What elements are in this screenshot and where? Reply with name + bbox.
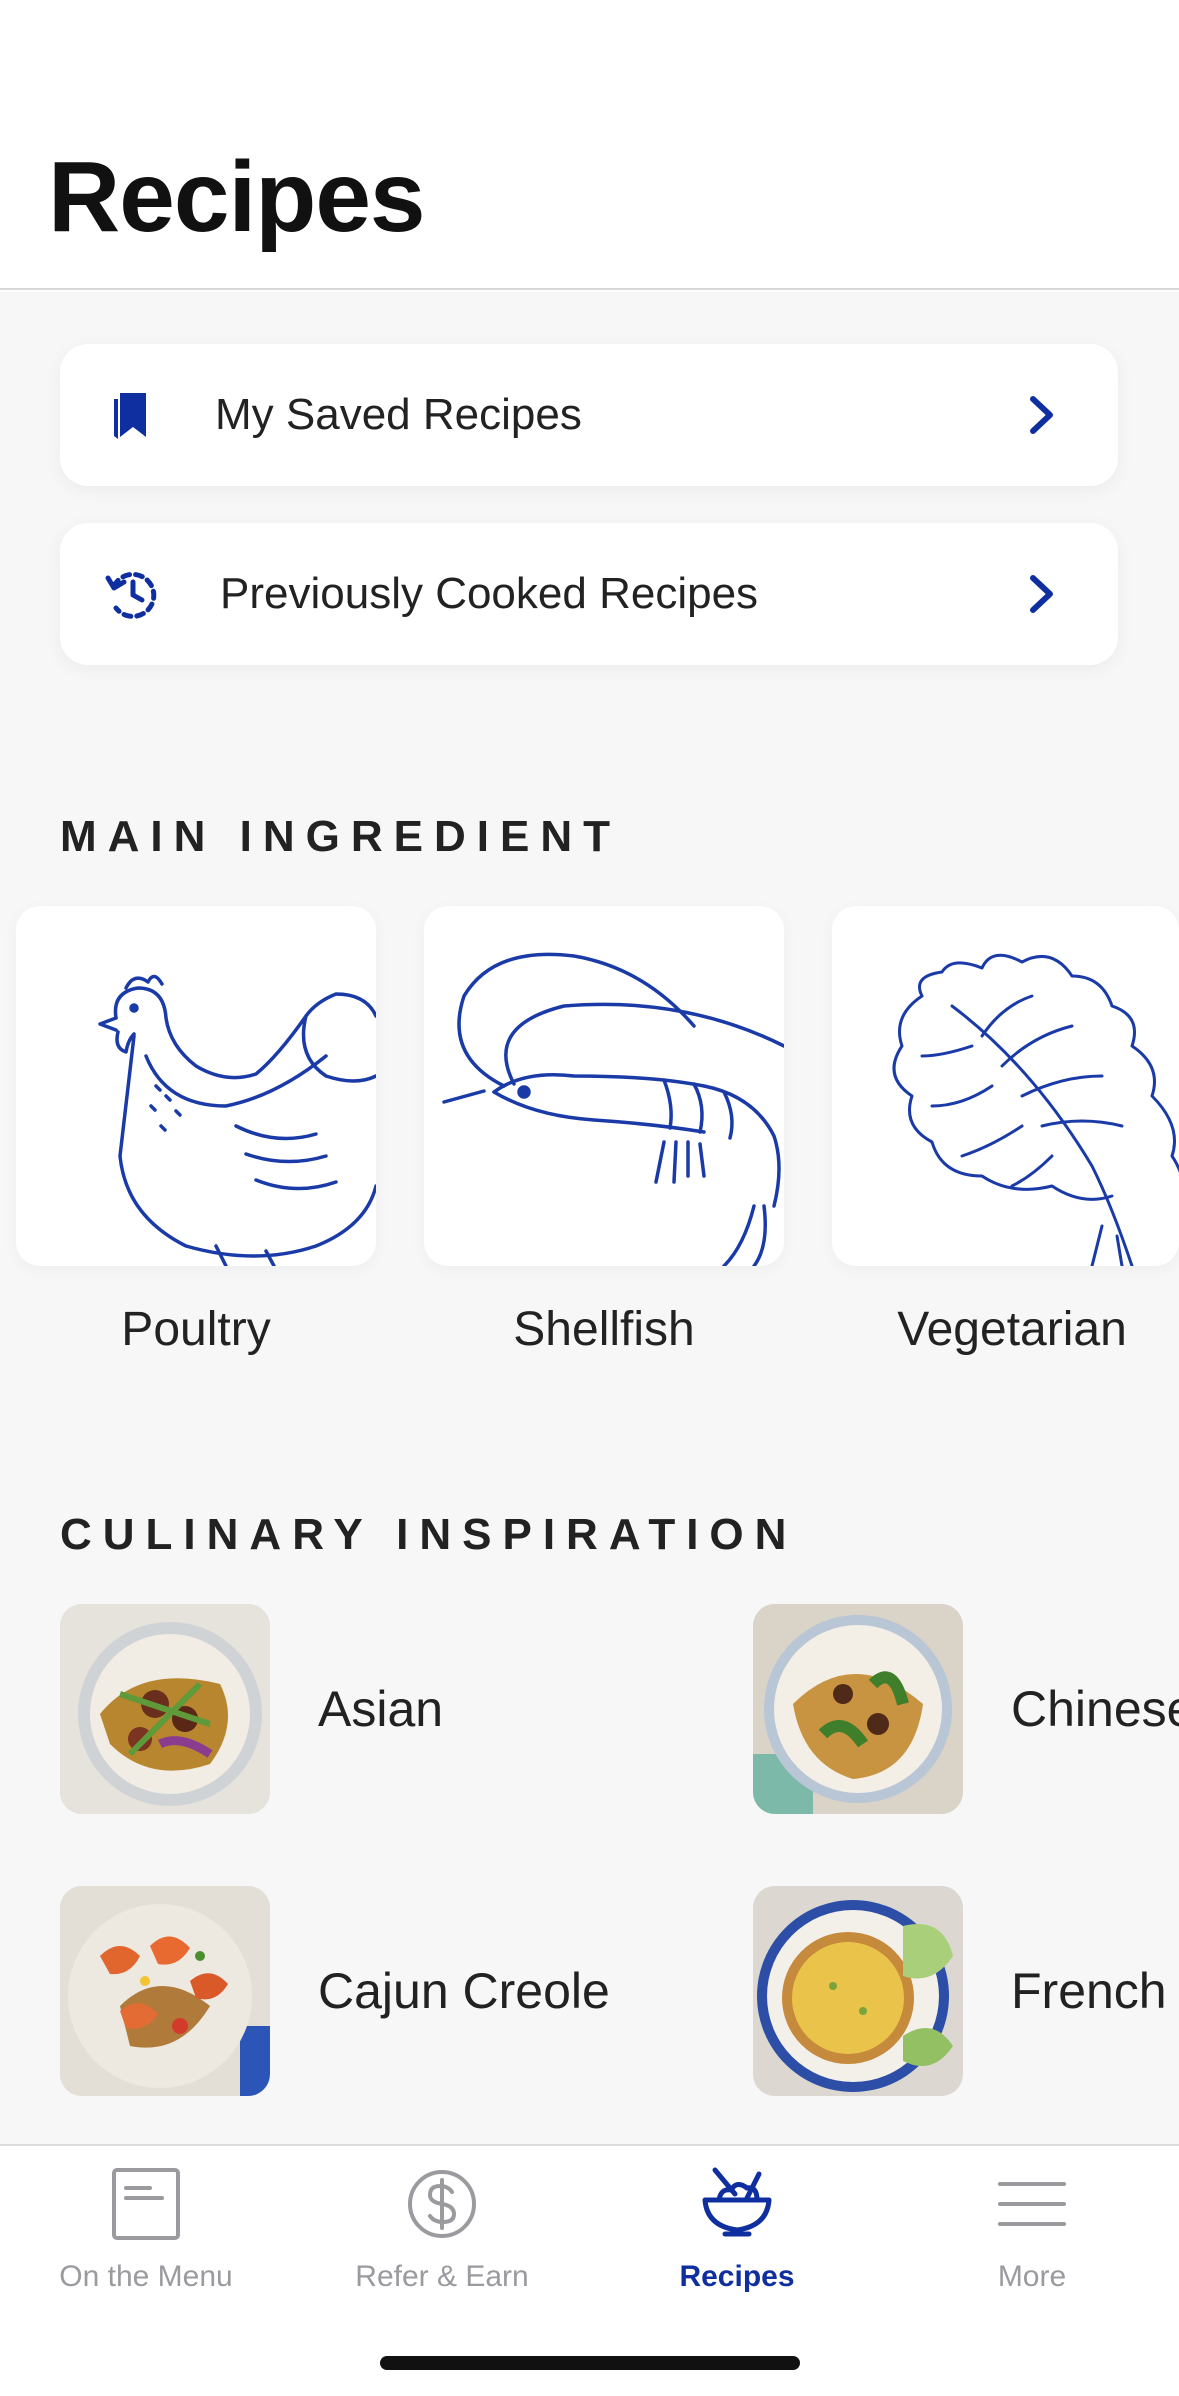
recipes-screen: Recipes My Saved Recipes Previously Cook… (0, 0, 1179, 2396)
french-label: French (1011, 1963, 1167, 2019)
tab-more[interactable]: More (902, 2164, 1162, 2314)
home-indicator (380, 2356, 800, 2370)
bookmark-icon (114, 393, 146, 439)
main-ingredient-heading: MAIN INGREDIENT (60, 812, 621, 861)
asian-dish-photo (60, 1604, 270, 1814)
tab-more-label: More (997, 2260, 1067, 2293)
chinese-label: Chinese (1011, 1681, 1179, 1737)
chicken-illustration (98, 974, 376, 1266)
french-dish-photo (753, 1886, 963, 2096)
cuisine-french[interactable]: French (753, 1886, 1179, 2098)
tab-refer-earn[interactable]: Refer & Earn (312, 2164, 572, 2314)
poultry-tile[interactable] (16, 906, 376, 1266)
shellfish-label: Shellfish (513, 1303, 695, 1356)
cajun-creole-label: Cajun Creole (318, 1963, 610, 2019)
recipes-content[interactable]: My Saved Recipes Previously Cooked Recip… (0, 292, 1179, 2144)
dollar-circle-icon (408, 2170, 476, 2238)
cajun-dish-photo (60, 1886, 270, 2096)
tab-refer-earn-label: Refer & Earn (355, 2260, 529, 2293)
kale-leaf-illustration (892, 953, 1179, 1266)
chinese-dish-photo (753, 1604, 963, 1814)
vegetarian-label: Vegetarian (897, 1303, 1127, 1356)
chevron-right-icon (1030, 575, 1053, 613)
saved-recipes-label: My Saved Recipes (215, 390, 582, 439)
cuisine-chinese[interactable]: Chinese (753, 1604, 1179, 1816)
previously-cooked-label: Previously Cooked Recipes (220, 569, 759, 618)
cuisine-cajun-creole[interactable]: Cajun Creole (60, 1886, 700, 2098)
bowl-icon (702, 2167, 772, 2237)
tab-recipes[interactable]: Recipes (607, 2164, 867, 2314)
shrimp-illustration (442, 952, 784, 1266)
header: Recipes (0, 0, 1179, 290)
tab-on-the-menu[interactable]: On the Menu (16, 2164, 276, 2314)
tab-on-the-menu-label: On the Menu (59, 2260, 233, 2293)
chevron-right-icon (1030, 396, 1053, 434)
previously-cooked-link[interactable]: Previously Cooked Recipes (60, 523, 1118, 665)
culinary-inspiration-heading: CULINARY INSPIRATION (60, 1510, 798, 1559)
vegetarian-tile[interactable] (832, 906, 1179, 1266)
shellfish-tile[interactable] (424, 906, 784, 1266)
history-clock-icon (105, 571, 157, 619)
tab-recipes-label: Recipes (679, 2260, 795, 2293)
cuisine-asian[interactable]: Asian (60, 1604, 700, 1816)
menu-card-icon (112, 2168, 180, 2240)
asian-label: Asian (318, 1681, 444, 1737)
page-title: Recipes (48, 141, 426, 253)
saved-recipes-link[interactable]: My Saved Recipes (60, 344, 1118, 486)
hamburger-icon (998, 2182, 1066, 2226)
poultry-label: Poultry (121, 1303, 271, 1356)
